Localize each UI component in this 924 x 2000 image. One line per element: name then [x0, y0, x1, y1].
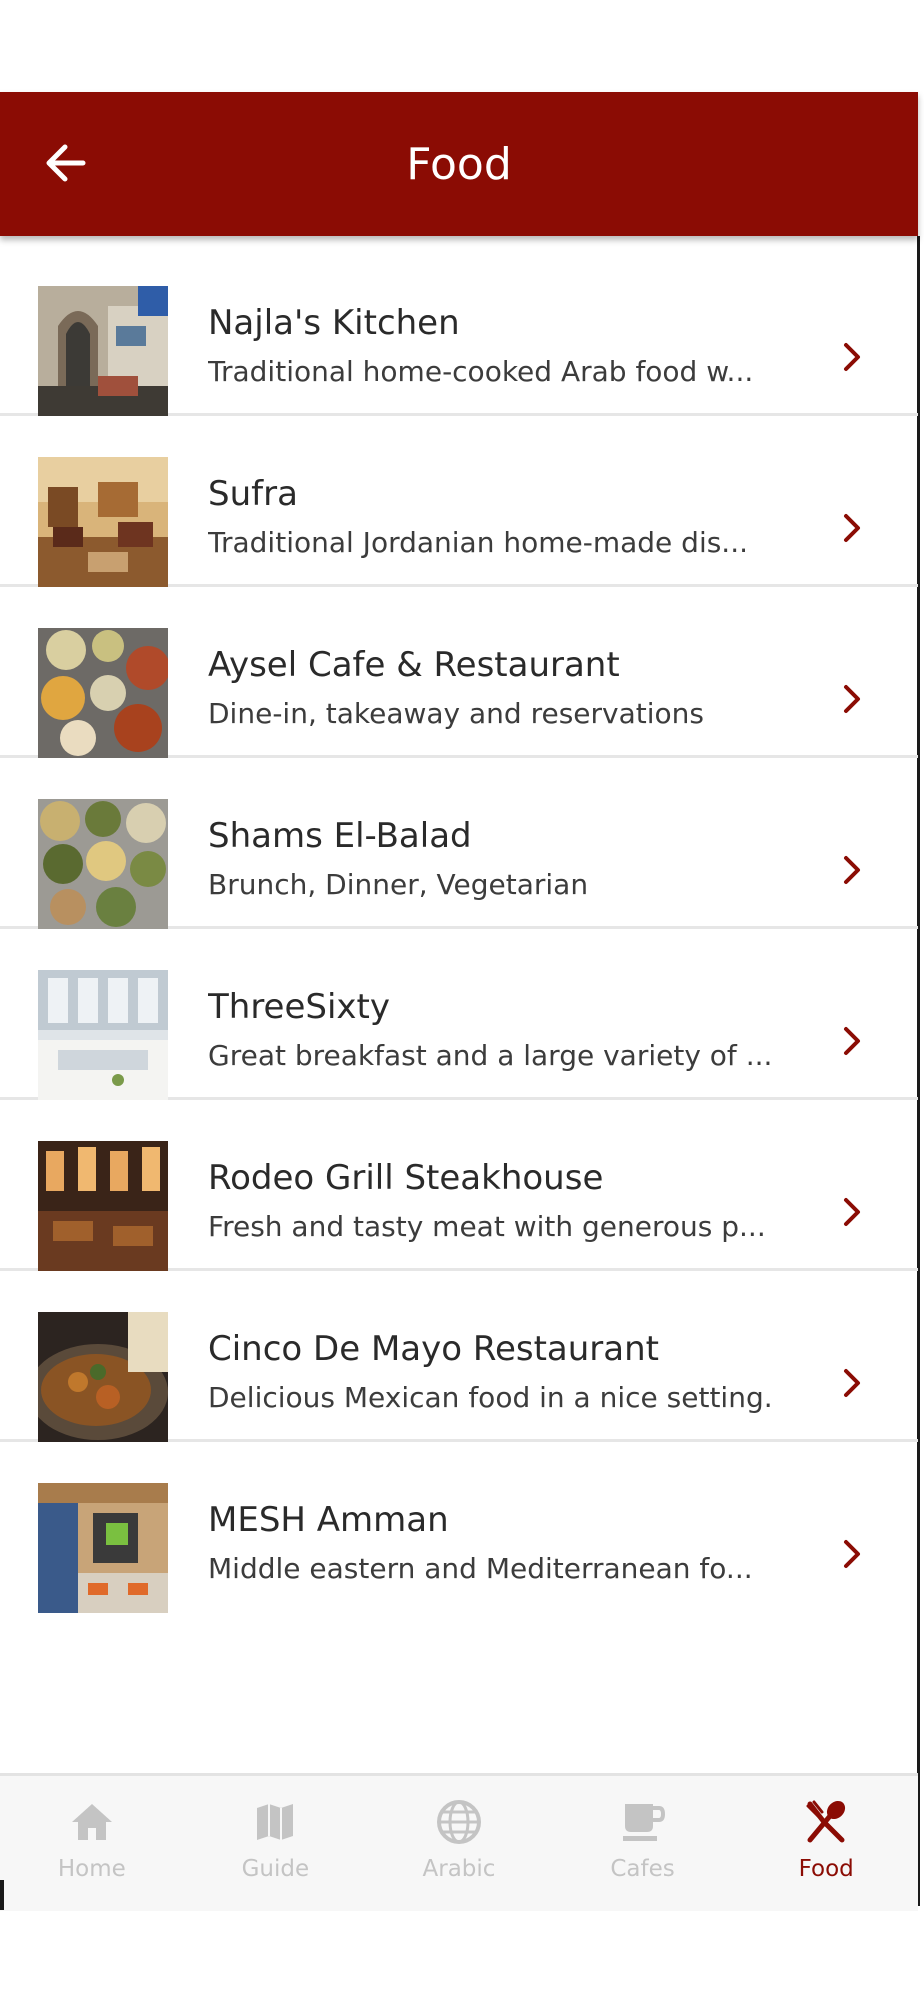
restaurant-name: MESH Amman — [208, 1500, 449, 1540]
chevron-right-icon — [844, 1027, 860, 1055]
restaurant-thumbnail — [38, 628, 168, 758]
restaurant-thumbnail — [38, 1141, 168, 1271]
restaurant-description: Delicious Mexican food in a nice setting… — [208, 1381, 773, 1414]
restaurant-name: Najla's Kitchen — [208, 303, 460, 343]
nav-item-cafes[interactable]: Cafes — [551, 1776, 735, 1911]
nav-label-guide: Guide — [241, 1856, 310, 1882]
restaurant-name: ThreeSixty — [208, 987, 390, 1027]
restaurant-description: Great breakfast and a large variety of .… — [208, 1039, 773, 1072]
restaurant-description: Fresh and tasty meat with generous p... — [208, 1210, 766, 1243]
restaurant-list-item[interactable]: Najla's Kitchen Traditional home-cooked … — [0, 245, 918, 416]
restaurant-list-item[interactable]: Shams El-Balad Brunch, Dinner, Vegetaria… — [0, 758, 918, 929]
restaurant-name: Aysel Cafe & Restaurant — [208, 645, 620, 685]
restaurant-description: Middle eastern and Mediterranean fo... — [208, 1552, 753, 1585]
home-icon — [71, 1804, 112, 1840]
restaurant-name: Shams El-Balad — [208, 816, 472, 856]
restaurant-list-item[interactable]: MESH Amman Middle eastern and Mediterran… — [0, 1442, 918, 1613]
restaurant-thumbnail — [38, 1312, 168, 1442]
restaurant-description: Dine-in, takeaway and reservations — [208, 697, 704, 730]
restaurant-list-item[interactable]: Cinco De Mayo Restaurant Delicious Mexic… — [0, 1271, 918, 1442]
nav-label-food: Food — [798, 1856, 854, 1882]
restaurant-list-item[interactable]: ThreeSixty Great breakfast and a large v… — [0, 929, 918, 1100]
restaurant-thumbnail — [38, 457, 168, 587]
screen-edge-left — [0, 1880, 4, 1910]
coffee-cup-icon — [622, 1804, 665, 1841]
restaurant-description: Brunch, Dinner, Vegetarian — [208, 868, 589, 901]
restaurant-thumbnail — [38, 286, 168, 416]
chevron-right-icon — [844, 1198, 860, 1226]
nav-item-home[interactable]: Home — [0, 1776, 184, 1911]
nav-label-cafes: Cafes — [610, 1856, 675, 1882]
chevron-right-icon — [844, 856, 860, 884]
nav-label-home: Home — [57, 1856, 126, 1882]
nav-label-arabic: Arabic — [422, 1856, 496, 1882]
restaurant-list-item[interactable]: Aysel Cafe & Restaurant Dine-in, takeawa… — [0, 587, 918, 758]
restaurant-list-item[interactable]: Rodeo Grill Steakhouse Fresh and tasty m… — [0, 1100, 918, 1271]
nav-item-guide[interactable]: Guide — [184, 1776, 368, 1911]
restaurant-description: Traditional Jordanian home-made dis... — [208, 526, 749, 559]
chevron-right-icon — [844, 685, 860, 713]
map-icon — [257, 1804, 294, 1840]
arrow-left-icon — [46, 144, 86, 182]
restaurant-name: Cinco De Mayo Restaurant — [208, 1329, 659, 1369]
fork-spoon-icon — [806, 1800, 846, 1843]
restaurant-name: Sufra — [208, 474, 298, 514]
chevron-right-icon — [844, 1540, 860, 1568]
restaurant-description: Traditional home-cooked Arab food w... — [208, 355, 754, 388]
back-button[interactable] — [38, 136, 92, 190]
nav-item-arabic[interactable]: Arabic — [367, 1776, 551, 1911]
restaurant-thumbnail — [38, 799, 168, 929]
restaurant-list: Najla's Kitchen Traditional home-cooked … — [0, 245, 918, 1613]
chevron-right-icon — [844, 514, 860, 542]
restaurant-list-item[interactable]: Sufra Traditional Jordanian home-made di… — [0, 416, 918, 587]
globe-icon — [436, 1800, 481, 1844]
nav-item-food[interactable]: Food — [734, 1776, 918, 1911]
page-title: Food — [406, 138, 512, 190]
chevron-right-icon — [844, 1369, 860, 1397]
bottom-navigation: Home Guide Arabic Cafes Food — [0, 1773, 918, 1911]
restaurant-thumbnail — [38, 1483, 168, 1613]
chevron-right-icon — [844, 343, 860, 371]
app-bar: Food — [0, 92, 918, 236]
restaurant-thumbnail — [38, 970, 168, 1100]
restaurant-name: Rodeo Grill Steakhouse — [208, 1158, 604, 1198]
